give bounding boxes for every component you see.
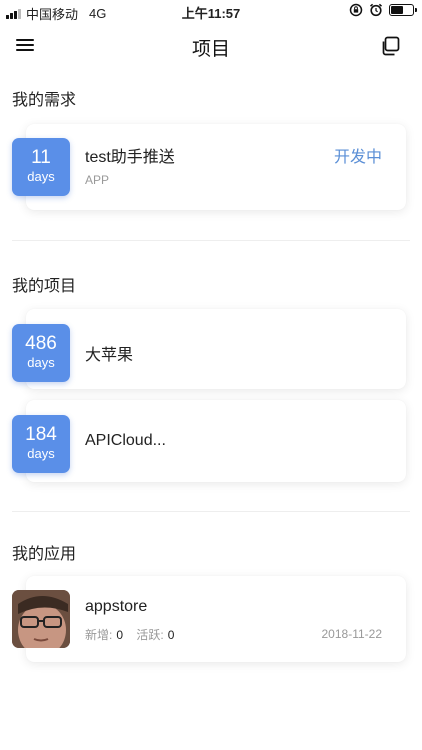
avatar: [12, 590, 70, 648]
days-unit: days: [27, 446, 55, 461]
days-badge: 486 days: [12, 324, 70, 382]
section-title-projects: 我的项目: [12, 278, 77, 295]
app-name: appstore: [85, 598, 148, 615]
status-bar: 中国移动 4G 上午11:57: [0, 0, 422, 22]
active-label: 活跃:: [136, 628, 164, 642]
days-count: 184: [25, 424, 57, 445]
days-unit: days: [27, 355, 55, 370]
new-value: 0: [116, 628, 124, 642]
app-card[interactable]: [26, 576, 406, 662]
requirement-subtitle: APP: [85, 173, 110, 187]
avatar-face-image: [12, 590, 70, 648]
section-title-apps: 我的应用: [12, 546, 77, 563]
rotation-lock-icon: [349, 3, 363, 17]
section-title-requirements: 我的需求: [12, 92, 77, 109]
requirement-title: test助手推送: [85, 149, 175, 166]
alarm-icon: [369, 3, 383, 17]
requirement-card[interactable]: [26, 124, 406, 210]
status-right: [349, 3, 417, 17]
page-title: 项目: [191, 39, 230, 60]
days-unit: days: [27, 169, 55, 184]
divider: [12, 511, 410, 512]
divider: [12, 240, 410, 241]
project-title: 大苹果: [85, 347, 134, 364]
new-label: 新增:: [85, 628, 113, 642]
copy-button[interactable]: [380, 36, 402, 58]
project-card[interactable]: [26, 400, 406, 482]
copy-icon: [382, 36, 400, 56]
app-stats: 新增: 0 活跃: 0: [85, 626, 184, 643]
days-badge: 184 days: [12, 415, 70, 473]
project-title: APICloud...: [85, 432, 166, 449]
battery-icon: [389, 4, 417, 16]
days-badge: 11 days: [12, 138, 70, 196]
nav-bar: 项目: [0, 22, 422, 70]
project-card[interactable]: [26, 309, 406, 389]
app-date: 2018-11-22: [321, 627, 383, 641]
days-count: 486: [25, 333, 57, 354]
days-count: 11: [31, 147, 51, 168]
status-badge: 开发中: [333, 149, 382, 166]
active-value: 0: [167, 628, 175, 642]
battery-fill: [391, 6, 403, 14]
